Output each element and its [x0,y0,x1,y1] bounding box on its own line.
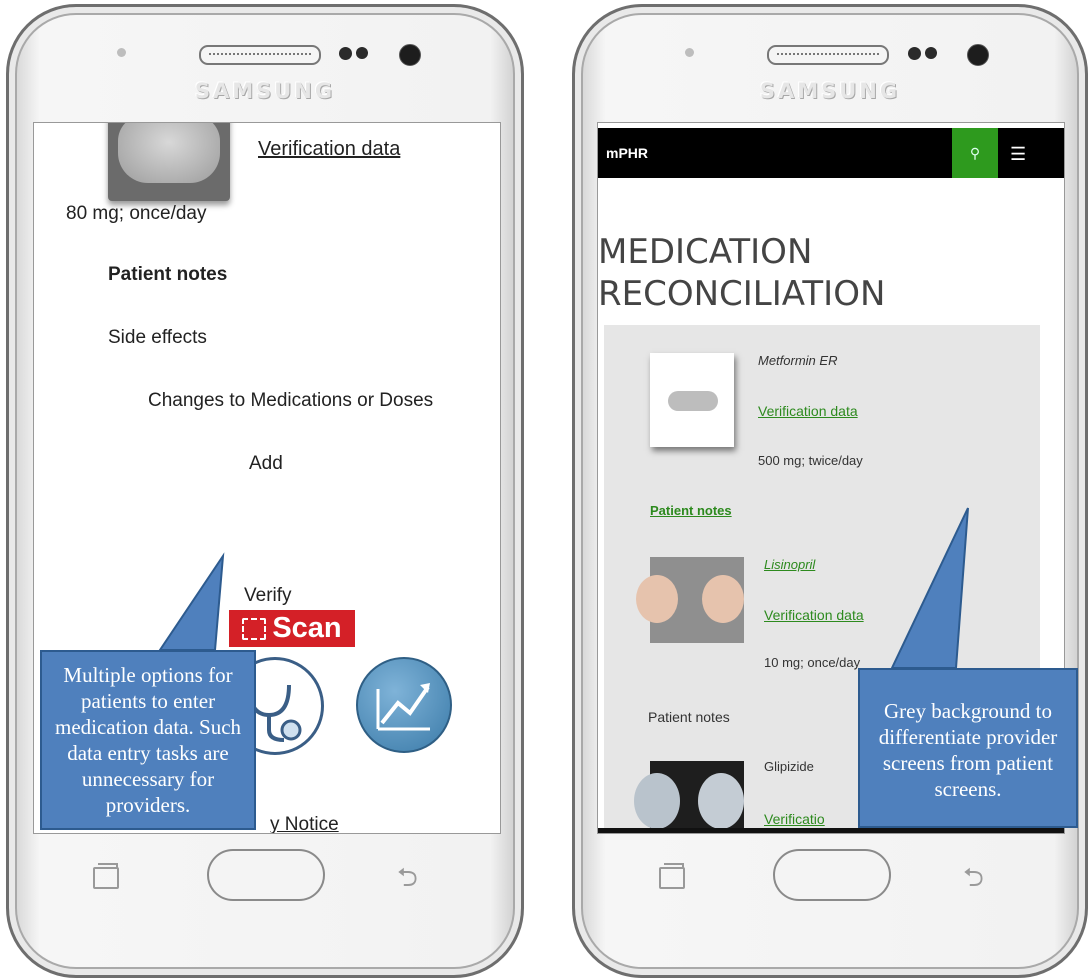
home-button[interactable] [207,849,325,901]
patient-phone: SAMSUNG Verification data 80 mg; once/da… [6,4,524,978]
led-indicator [117,48,126,57]
changes-label[interactable]: Changes to Medications or Doses [148,390,433,412]
back-icon[interactable]: ⮌ [963,859,984,903]
app-title: mPHR [606,145,649,161]
back-icon[interactable]: ⮌ [397,859,418,903]
add-label[interactable]: Add [249,453,283,475]
sensor-dot [356,47,368,59]
recent-apps-icon[interactable] [93,863,119,889]
metformin-verification-link[interactable]: Verification data [758,403,858,419]
patient-notes-label: Patient notes [648,709,730,725]
lisinopril-verification-link[interactable]: Verification data [764,607,864,623]
metformin-photo [650,353,734,447]
speaker-grille [199,45,321,65]
med-name-metformin: Metformin ER [758,353,838,368]
med-name-glipizide: Glipizide [764,759,814,774]
search-icon[interactable]: ⚲ [952,128,998,178]
led-indicator [685,48,694,57]
dose-text: 80 mg; once/day [66,203,207,224]
scan-button[interactable]: Scan [229,610,355,647]
sensor-dot [339,47,352,60]
page-title: MEDICATION RECONCILIATION [598,231,1064,315]
glipizide-photo [634,761,744,833]
front-camera [399,44,421,66]
page-title-line-2: RECONCILIATION [598,274,886,314]
hamburger-menu-icon[interactable]: ☰ [1010,144,1026,165]
provider-callout: Grey background to differentiate provide… [858,668,1078,828]
patient-notes-label[interactable]: Patient notes [108,264,227,286]
lisinopril-dose: 10 mg; once/day [764,655,861,670]
brand-logo: SAMSUNG [194,79,336,103]
brand-logo: SAMSUNG [759,79,901,103]
trend-chart-icon[interactable] [356,657,452,753]
speaker-grille [767,45,889,65]
provider-phone: SAMSUNG mPHR ⚲ ☰ MEDICATION RECONCILIATI… [572,4,1088,978]
sensor-dot [908,47,921,60]
recent-apps-icon[interactable] [659,863,685,889]
medication-photo [108,123,230,201]
lisinopril-photo [636,557,744,643]
top-app-bar: mPHR ⚲ ☰ [598,128,1064,178]
verification-data-link[interactable]: Verification data [258,138,400,161]
home-button[interactable] [773,849,891,901]
scan-frame-icon [242,617,267,640]
side-effects-label[interactable]: Side effects [108,327,207,349]
med-name-lisinopril[interactable]: Lisinopril [764,557,815,572]
patient-notes-link[interactable]: Patient notes [650,503,732,518]
sensor-dot [925,47,937,59]
metformin-dose: 500 mg; twice/day [758,453,863,468]
verify-label[interactable]: Verify [244,585,292,607]
privacy-notice-link[interactable]: y Notice [270,814,339,833]
front-camera [967,44,989,66]
page-title-line-1: MEDICATION [598,232,813,272]
glipizide-verification-link[interactable]: Verificatio [764,811,825,827]
bottom-bar [598,828,1064,833]
patient-callout: Multiple options for patients to enter m… [40,650,256,830]
scan-label: Scan [272,612,342,644]
